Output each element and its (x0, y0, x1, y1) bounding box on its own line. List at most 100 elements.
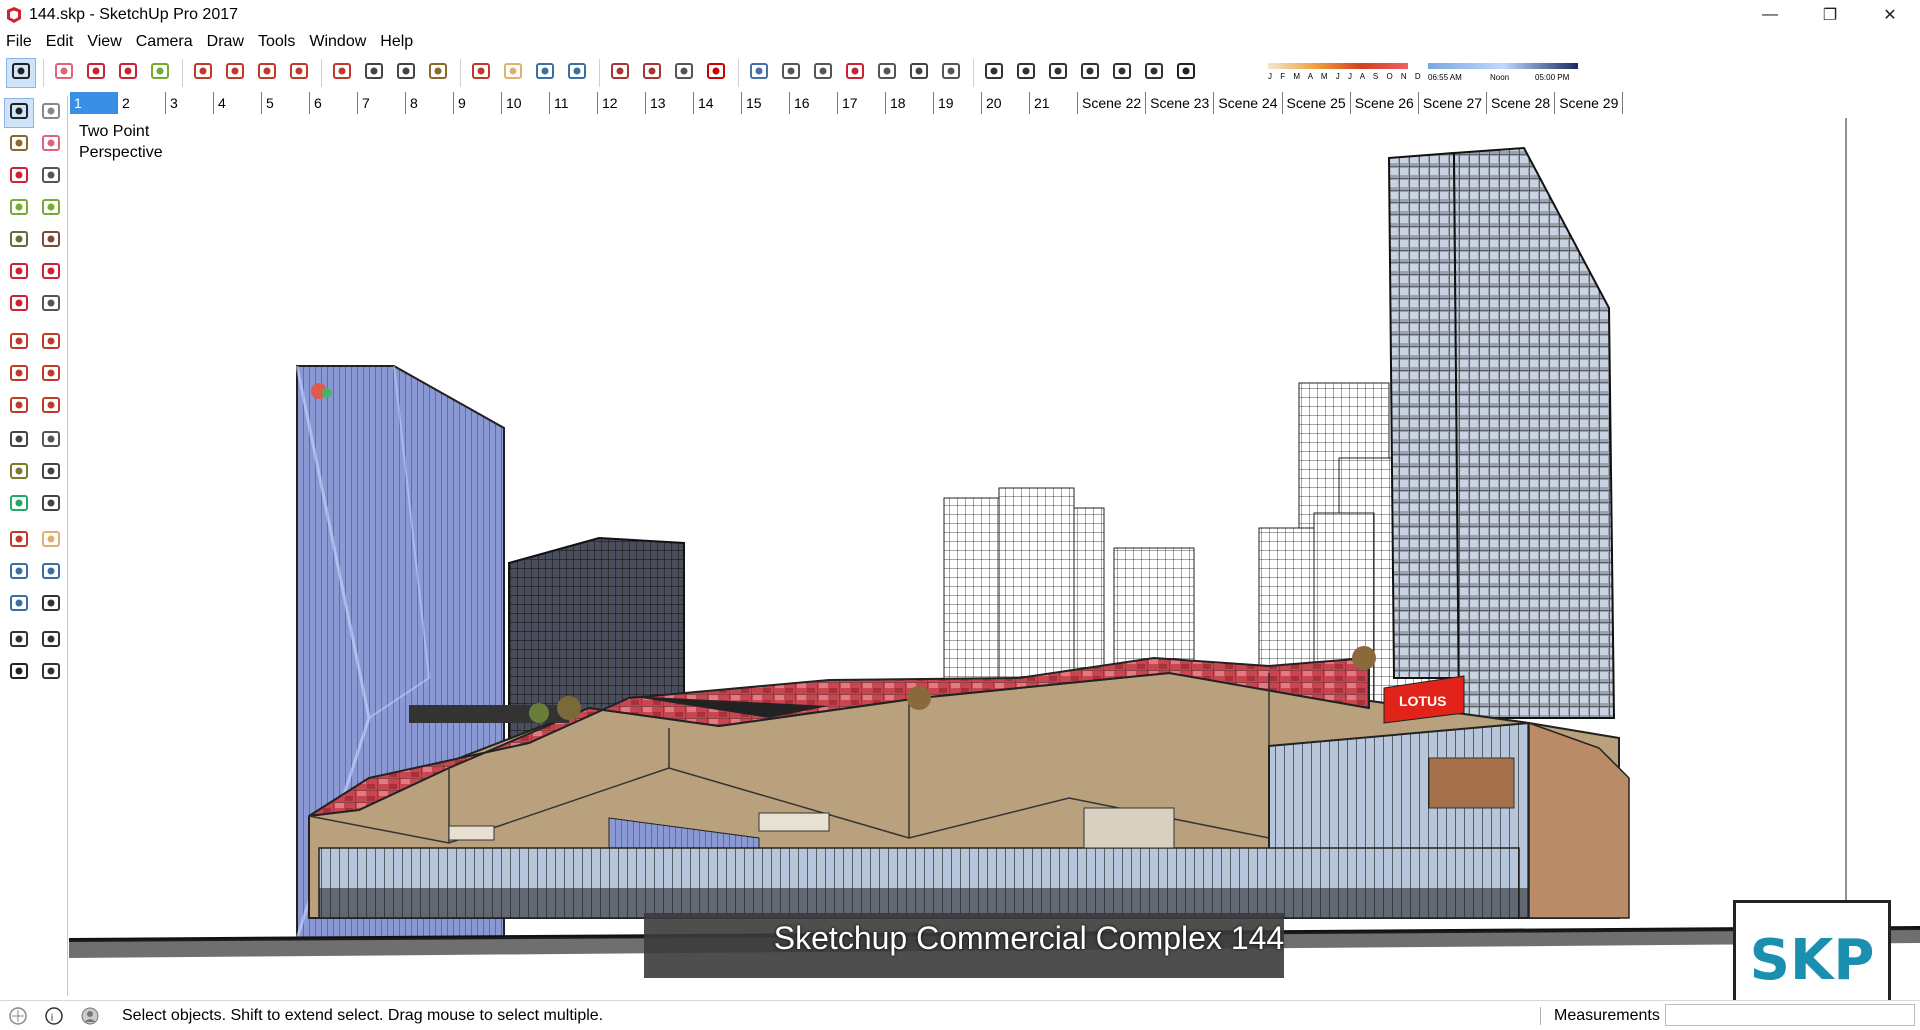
follow-me-tool-button[interactable] (220, 58, 250, 88)
right-view-tool-button[interactable] (1075, 58, 1105, 88)
two-point-arc-tool-button[interactable] (36, 258, 66, 288)
ruby-tool-button[interactable] (701, 58, 731, 88)
push-pull-tool-button[interactable] (36, 328, 66, 358)
share-model-tool-button[interactable] (669, 58, 699, 88)
text-tool-button[interactable] (391, 58, 421, 88)
geo-location-icon[interactable] (8, 1006, 28, 1026)
drawing-viewport[interactable]: LOTUS Two Point Perspective Sketchup Com… (69, 118, 1920, 996)
maximize-button[interactable]: ❐ (1800, 0, 1860, 30)
scene-tab[interactable]: 4 (214, 92, 262, 114)
circle-tool-button[interactable] (4, 226, 34, 256)
previous-view-tool-button[interactable] (36, 590, 66, 620)
scene-tab[interactable]: 2 (118, 92, 166, 114)
rotated-rectangle-tool-button[interactable] (36, 194, 66, 224)
3d-text-tool-button[interactable] (36, 490, 66, 520)
zoom-window-tool-button[interactable] (36, 558, 66, 588)
shadows-toggle-tool-button[interactable] (1171, 58, 1201, 88)
axes-tool-button[interactable] (4, 490, 34, 520)
tape-measure-tool-button[interactable] (359, 58, 389, 88)
select-tool-button[interactable] (4, 98, 34, 128)
arc-tool-button[interactable] (4, 258, 34, 288)
menu-draw[interactable]: Draw (207, 33, 244, 51)
scene-tab[interactable]: 3 (166, 92, 214, 114)
paint-bucket-tool-button[interactable] (4, 130, 34, 160)
scene-tab[interactable]: Scene 29 (1555, 92, 1624, 114)
component-tool-button[interactable] (36, 98, 66, 128)
close-button[interactable]: ✕ (1860, 0, 1920, 30)
shaded-tool-button[interactable] (872, 58, 902, 88)
scene-tab[interactable]: 18 (886, 92, 934, 114)
orbit-tool-button[interactable] (466, 58, 496, 88)
scene-tab[interactable]: 16 (790, 92, 838, 114)
front-view-tool-button[interactable] (1043, 58, 1073, 88)
rectangle-tool-button[interactable] (4, 194, 34, 224)
eraser-tool-button[interactable] (36, 130, 66, 160)
scene-tab[interactable]: Scene 27 (1418, 92, 1488, 114)
iso-view-tool-button[interactable] (979, 58, 1009, 88)
scene-tab[interactable]: 14 (694, 92, 742, 114)
measurements-input[interactable] (1665, 1004, 1915, 1026)
scene-tab[interactable]: Scene 24 (1214, 92, 1283, 114)
scene-tab[interactable]: 15 (742, 92, 790, 114)
menu-help[interactable]: Help (380, 33, 413, 51)
scene-tab[interactable]: 12 (598, 92, 646, 114)
shaded-textures-tool-button[interactable] (904, 58, 934, 88)
position-camera-tool-button[interactable] (4, 626, 34, 656)
move-tool-button[interactable] (252, 58, 282, 88)
section-plane-tool-button[interactable] (36, 658, 66, 688)
scene-tab[interactable]: Scene 23 (1146, 92, 1215, 114)
scene-tab[interactable]: 7 (358, 92, 406, 114)
minimize-button[interactable]: — (1740, 0, 1800, 30)
menu-file[interactable]: File (6, 33, 32, 51)
text-tool-button[interactable] (36, 458, 66, 488)
scene-tab[interactable]: Scene 28 (1487, 92, 1556, 114)
monochrome-tool-button[interactable] (936, 58, 966, 88)
scene-tab[interactable]: 1 (70, 92, 118, 114)
zoom-extents-tool-button[interactable] (562, 58, 592, 88)
top-view-tool-button[interactable] (1011, 58, 1041, 88)
scene-tab[interactable]: 13 (646, 92, 694, 114)
back-view-tool-button[interactable] (1107, 58, 1137, 88)
three-point-arc-tool-button[interactable] (4, 290, 34, 320)
walk-tool-button[interactable] (4, 658, 34, 688)
menu-edit[interactable]: Edit (46, 33, 74, 51)
protractor-tool-button[interactable] (4, 458, 34, 488)
scene-tab[interactable]: 19 (934, 92, 982, 114)
zoom-tool-button[interactable] (530, 58, 560, 88)
back-edges-tool-button[interactable] (776, 58, 806, 88)
push-pull-tool-button[interactable] (188, 58, 218, 88)
eraser-tool-button[interactable] (49, 58, 79, 88)
tape-measure-tool-button[interactable] (4, 426, 34, 456)
scene-tab[interactable]: Scene 26 (1350, 92, 1419, 114)
line-pencil-tool-button[interactable] (4, 162, 34, 192)
credits-icon[interactable]: i (44, 1006, 64, 1026)
zoom-extents-tool-button[interactable] (4, 590, 34, 620)
scale-tool-button[interactable] (4, 392, 34, 422)
menu-camera[interactable]: Camera (136, 33, 193, 51)
scene-tab[interactable]: 11 (550, 92, 598, 114)
warehouse-tool-button[interactable] (605, 58, 635, 88)
freehand-tool-button[interactable] (36, 162, 66, 192)
scene-tab[interactable]: Scene 22 (1078, 92, 1147, 114)
left-view-tool-button[interactable] (1139, 58, 1169, 88)
follow-me-tool-button[interactable] (36, 360, 66, 390)
offset-tool-button[interactable] (36, 392, 66, 422)
paint-bucket-tool-button[interactable] (423, 58, 453, 88)
rotate-tool-button[interactable] (284, 58, 314, 88)
move-tool-button[interactable] (4, 328, 34, 358)
orbit-tool-button[interactable] (4, 526, 34, 556)
menu-tools[interactable]: Tools (258, 33, 295, 51)
pan-tool-button[interactable] (36, 526, 66, 556)
menu-window[interactable]: Window (309, 33, 366, 51)
rectangle-tool-button[interactable] (145, 58, 175, 88)
hidden-line-tool-button[interactable] (840, 58, 870, 88)
scene-tab[interactable]: 21 (1030, 92, 1078, 114)
scene-tab[interactable]: 9 (454, 92, 502, 114)
menu-view[interactable]: View (87, 33, 121, 51)
zoom-tool-button[interactable] (4, 558, 34, 588)
look-around-tool-button[interactable] (36, 626, 66, 656)
scene-tab[interactable]: 10 (502, 92, 550, 114)
pie-tool-button[interactable] (36, 290, 66, 320)
polygon-tool-button[interactable] (36, 226, 66, 256)
scale-tool-button[interactable] (327, 58, 357, 88)
